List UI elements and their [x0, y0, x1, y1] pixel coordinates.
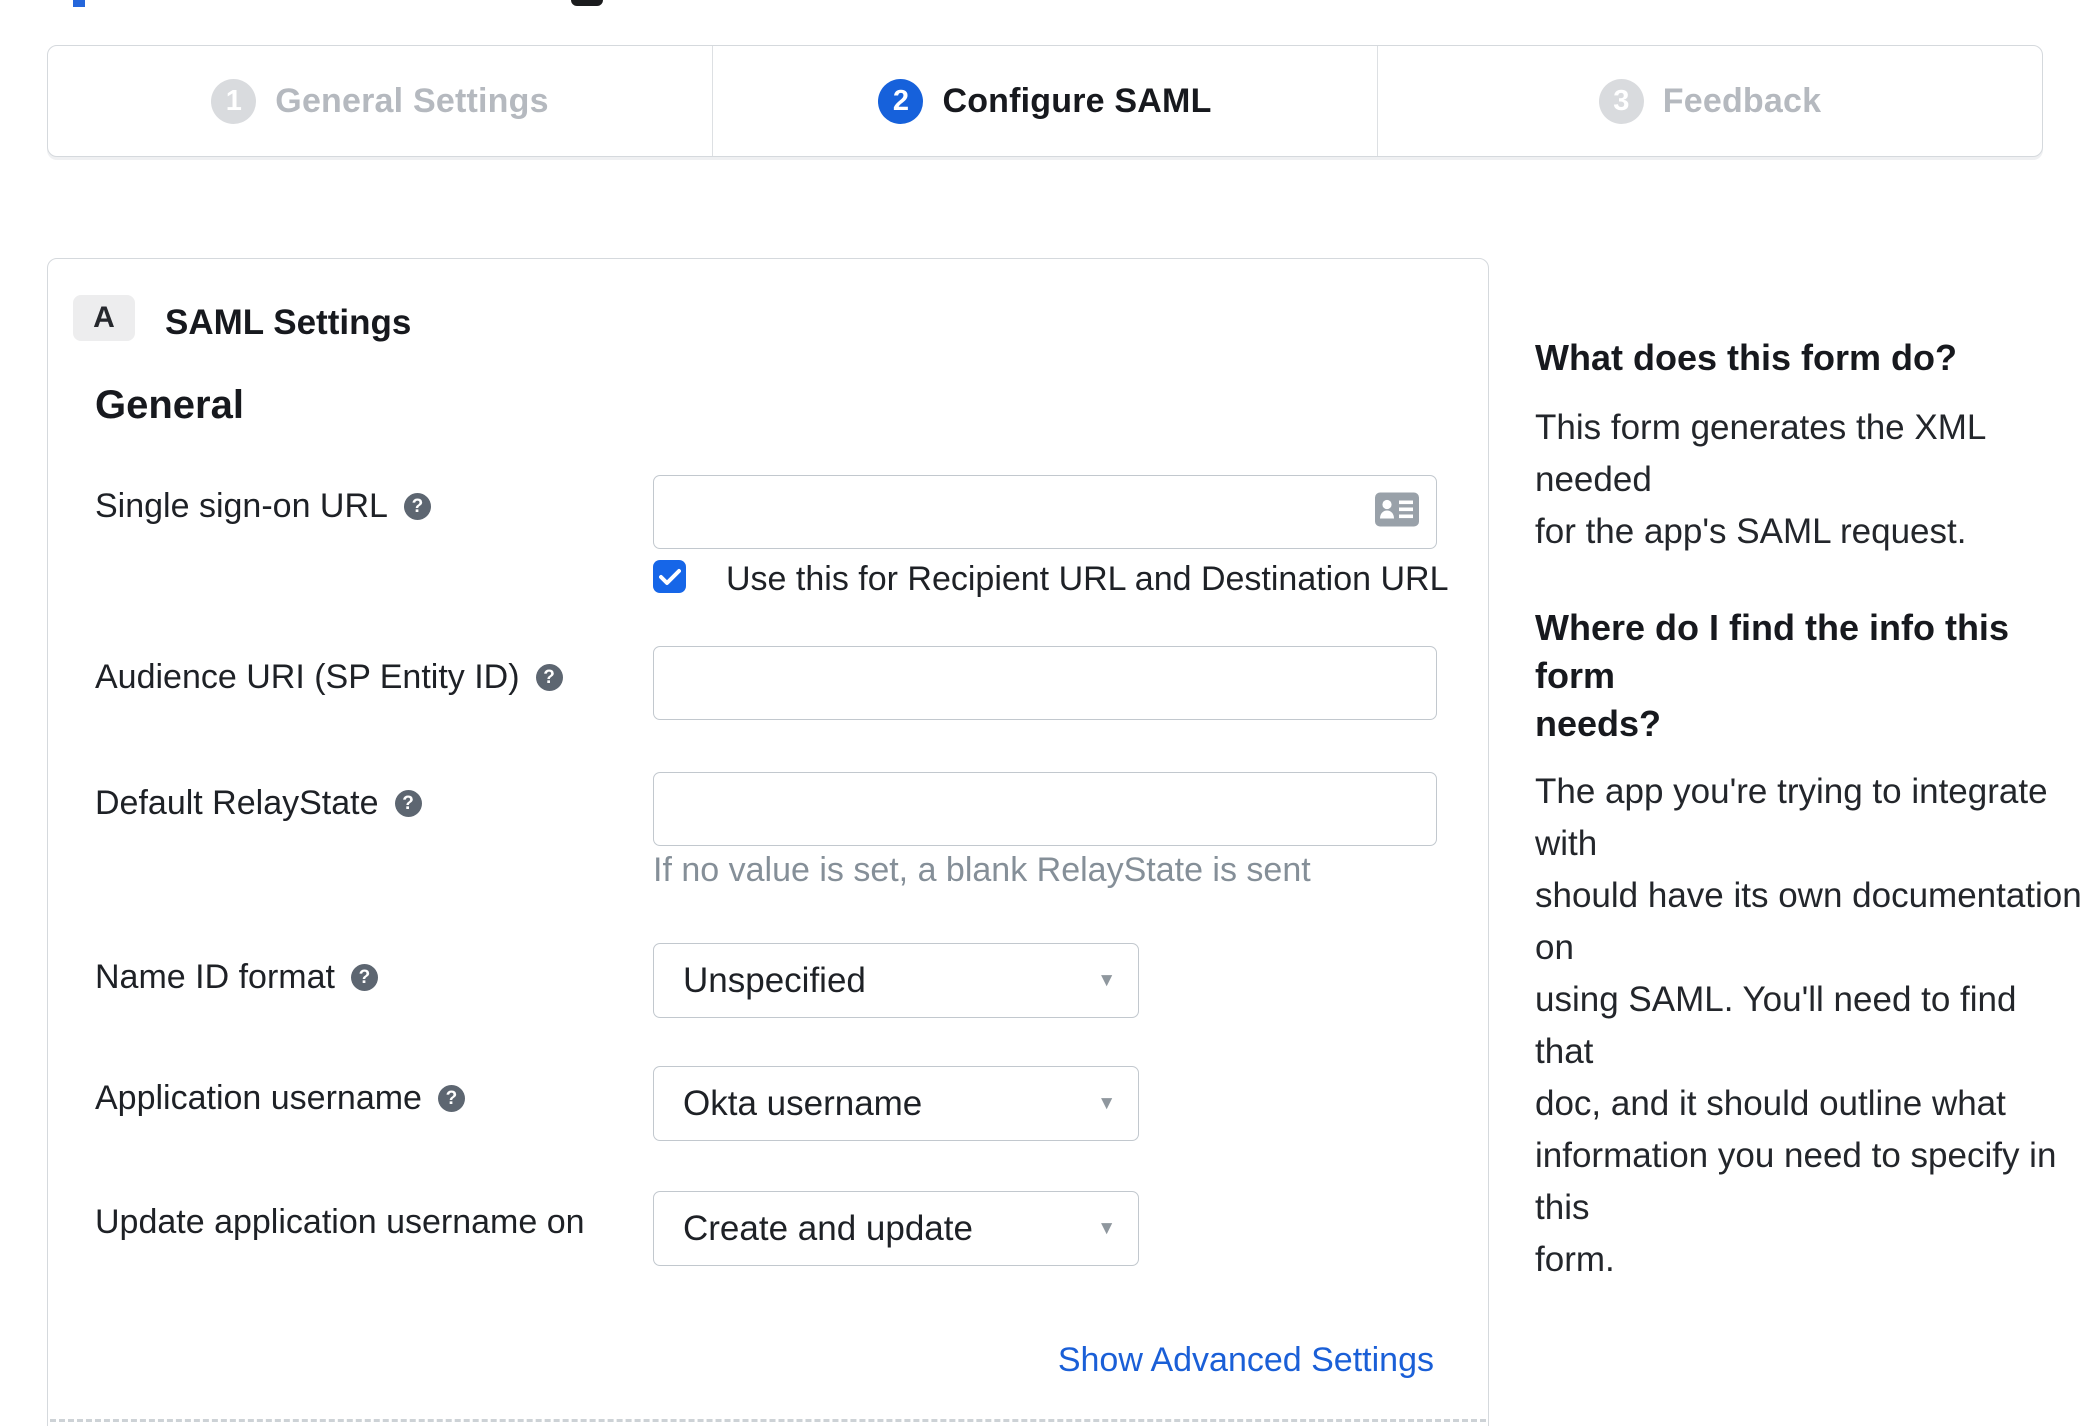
relaystate-label: Default RelayState — [95, 784, 379, 822]
step-general-settings[interactable]: 1 General Settings — [48, 46, 712, 156]
help-sidebar: What does this form do? This form genera… — [1535, 336, 2083, 1286]
help-icon[interactable]: ? — [350, 964, 378, 991]
app-username-label: Application username — [95, 1079, 422, 1117]
saml-settings-panel: A SAML Settings General Single sign-on U… — [47, 258, 1489, 1426]
show-advanced-settings-link[interactable]: Show Advanced Settings — [1058, 1341, 1434, 1380]
chevron-down-icon: ▼ — [1097, 1092, 1116, 1114]
sidebar-question-1: What does this form do? — [1535, 337, 1957, 378]
step-number-badge: 2 — [878, 78, 924, 124]
update-username-label-row: Update application username on — [95, 1203, 585, 1242]
nameid-format-select[interactable]: Unspecified ▼ — [653, 943, 1139, 1018]
panel-title: SAML Settings — [165, 303, 412, 342]
app-username-select[interactable]: Okta username ▼ — [653, 1066, 1139, 1141]
checkmark-icon — [658, 568, 681, 585]
nameid-format-label-row: Name ID format ? — [95, 958, 378, 997]
sso-url-input[interactable] — [653, 475, 1437, 549]
page: 1 General Settings 2 Configure SAML 3 Fe… — [0, 0, 2092, 1426]
app-username-label-row: Application username ? — [95, 1079, 465, 1118]
general-section-heading: General — [95, 383, 244, 427]
help-icon[interactable]: ? — [535, 664, 563, 691]
sidebar-answer-1: This form generates the XML needed for t… — [1535, 408, 1986, 551]
section-a-badge: A — [73, 295, 135, 341]
help-icon[interactable]: ? — [394, 790, 422, 817]
audience-uri-label: Audience URI (SP Entity ID) — [95, 658, 520, 696]
sso-url-label-row: Single sign-on URL ? — [95, 487, 431, 526]
audience-uri-input[interactable] — [653, 646, 1437, 720]
step-label: General Settings — [275, 81, 549, 120]
relaystate-hint: If no value is set, a blank RelayState i… — [653, 851, 1311, 889]
chevron-down-icon: ▼ — [1097, 969, 1116, 991]
step-label: Feedback — [1662, 81, 1822, 120]
dashed-section-divider — [50, 1419, 1486, 1422]
sso-url-label: Single sign-on URL — [95, 487, 388, 525]
step-number-badge: 1 — [211, 78, 257, 124]
step-configure-saml[interactable]: 2 Configure SAML — [712, 46, 1377, 156]
step-feedback[interactable]: 3 Feedback — [1377, 46, 2042, 156]
update-username-value: Create and update — [683, 1208, 973, 1248]
sso-url-input-wrap — [653, 475, 1437, 549]
wizard-stepper: 1 General Settings 2 Configure SAML 3 Fe… — [47, 45, 2043, 157]
step-number-badge: 3 — [1598, 78, 1644, 124]
nameid-format-value: Unspecified — [683, 960, 866, 1000]
clipped-icon-fragment — [571, 0, 603, 6]
clipped-logo-fragment — [73, 0, 85, 7]
chevron-down-icon: ▼ — [1097, 1217, 1116, 1239]
audience-uri-label-row: Audience URI (SP Entity ID) ? — [95, 658, 563, 697]
sidebar-question-2: Where do I find the info this form needs… — [1535, 607, 2009, 744]
relaystate-label-row: Default RelayState ? — [95, 784, 422, 823]
recipient-url-checkbox-label[interactable]: Use this for Recipient URL and Destinati… — [726, 560, 1449, 599]
step-label: Configure SAML — [942, 81, 1212, 120]
help-icon[interactable]: ? — [403, 493, 431, 520]
help-icon[interactable]: ? — [437, 1085, 465, 1112]
app-username-value: Okta username — [683, 1083, 923, 1123]
sidebar-answer-2: The app you're trying to integrate with … — [1535, 772, 2082, 1279]
nameid-format-label: Name ID format — [95, 958, 335, 996]
update-username-label: Update application username on — [95, 1203, 585, 1241]
relaystate-input[interactable] — [653, 772, 1437, 846]
recipient-url-checkbox[interactable] — [653, 560, 686, 593]
update-username-select[interactable]: Create and update ▼ — [653, 1191, 1139, 1266]
